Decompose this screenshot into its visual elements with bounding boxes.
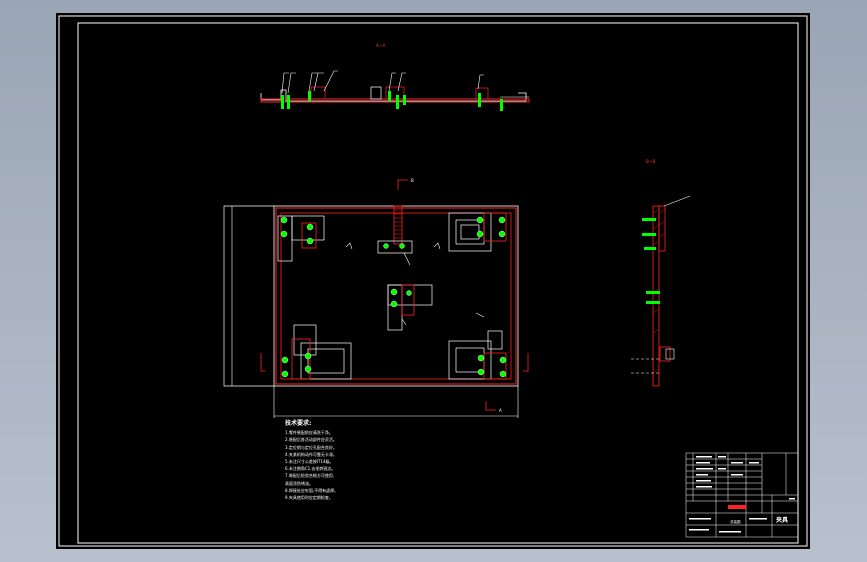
notes-title: 技术要求:	[285, 420, 312, 427]
cad-viewport: A—A B A B—B 夹具 总装图 技术要求: 1.零件装配前应清洗干净。 2…	[0, 0, 867, 562]
section-view-right: B—B	[631, 159, 691, 387]
section-mark-b: B	[411, 178, 414, 183]
note-line: 9.夹具使用时应定期检查。	[285, 495, 333, 501]
drawing-sheet[interactable]: A—A B A B—B 夹具 总装图 技术要求: 1.零件装配前应清洗干净。 2…	[56, 13, 810, 549]
drawing-name: 总装图	[730, 519, 741, 524]
note-line: 2.装配后各活动部件应灵活。	[285, 437, 337, 443]
note-line: 6.未注倒角C1,去毛刺锐边。	[285, 466, 336, 472]
section-mark-a: A	[499, 408, 502, 413]
title-block: 夹具 总装图	[685, 452, 799, 538]
section-label-right: B—B	[646, 159, 656, 164]
note-line: 5.未注尺寸公差按IT14级。	[285, 459, 334, 465]
note-line: 3.定位销与定位孔配合良好。	[285, 444, 337, 450]
section-view-top: A—A	[260, 43, 530, 111]
note-line: 4.夹紧机构动作可靠无卡滞。	[285, 451, 337, 457]
section-label-top: A—A	[376, 43, 386, 48]
outer-frame	[58, 15, 808, 547]
plan-view-main: B A	[223, 178, 529, 418]
drawing-canvas: A—A B A B—B 夹具 总装图	[58, 15, 808, 547]
note-line: 8.焊接处应牢固,不得有虚焊。	[285, 487, 339, 493]
note-line: 表面涂防锈油。	[285, 480, 313, 486]
note-line: 1.零件装配前应清洗干净。	[285, 430, 333, 436]
note-line: 7.装配后检验合格方可使用,	[285, 473, 335, 479]
technical-notes: 技术要求: 1.零件装配前应清洗干净。 2.装配后各活动部件应灵活。 3.定位销…	[285, 420, 415, 501]
part-name: 夹具	[776, 516, 788, 524]
